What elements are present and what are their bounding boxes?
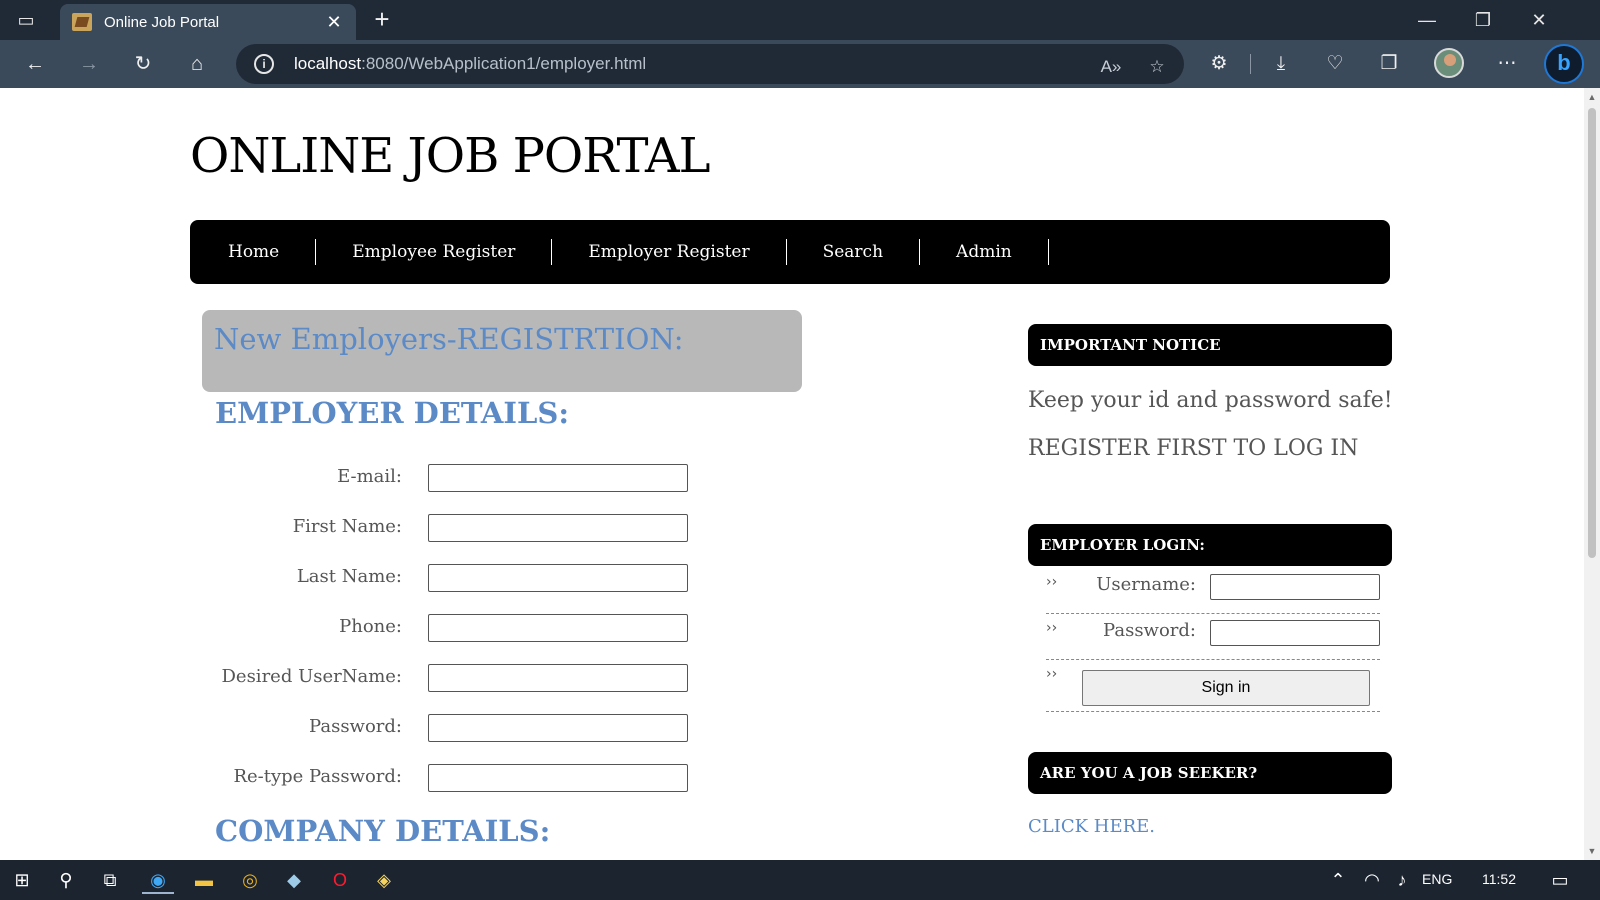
last-name-label: Last Name: xyxy=(296,566,402,587)
phone-field[interactable] xyxy=(428,614,688,642)
login-username-field[interactable] xyxy=(1210,574,1380,600)
desired-username-field[interactable] xyxy=(428,664,688,692)
email-field[interactable] xyxy=(428,464,688,492)
tab-actions-icon[interactable]: ▭ xyxy=(14,8,38,32)
toolbar-divider xyxy=(1250,54,1251,74)
app-icon[interactable]: ◆ xyxy=(278,866,310,894)
bullet-icon: ›› xyxy=(1046,666,1058,682)
home-icon[interactable]: ⌂ xyxy=(182,50,212,78)
login-submit-row: ›› Sign in xyxy=(1046,660,1380,712)
url-host: localhost xyxy=(294,54,362,73)
password-label: Password: xyxy=(309,716,402,737)
notifications-icon[interactable]: ▭ xyxy=(1544,866,1576,894)
employer-login-heading: EMPLOYER LOGIN: xyxy=(1028,524,1392,566)
browser-tab-bar: ▭ Online Job Portal ✕ + — ❐ ✕ xyxy=(0,0,1600,40)
page-scrollbar[interactable]: ▲ ▼ xyxy=(1584,88,1600,860)
employer-details-heading: EMPLOYER DETAILS: xyxy=(215,396,570,430)
chrome-icon[interactable]: ◎ xyxy=(234,866,266,894)
login-username-label: Username: xyxy=(1096,574,1196,595)
refresh-icon[interactable]: ↻ xyxy=(128,50,158,78)
retype-password-label: Re-type Password: xyxy=(233,766,402,787)
notice-line-1: Keep your id and password safe! xyxy=(1028,388,1393,413)
notice-line-2: REGISTER FIRST TO LOG IN xyxy=(1028,436,1359,461)
first-name-field[interactable] xyxy=(428,514,688,542)
click-here-link[interactable]: CLICK HERE. xyxy=(1028,816,1155,837)
nav-employee-register[interactable]: Employee Register xyxy=(316,239,553,265)
downloads-icon[interactable]: ⤓ xyxy=(1266,50,1296,78)
profile-avatar[interactable] xyxy=(1434,48,1464,78)
password-row: Password: xyxy=(200,714,700,744)
url-path: :8080/WebApplication1/employer.html xyxy=(361,54,647,73)
opera-icon[interactable]: O xyxy=(324,866,356,894)
read-aloud-icon[interactable]: A» xyxy=(1098,54,1124,80)
tab-title: Online Job Portal xyxy=(104,13,220,31)
new-tab-button[interactable]: + xyxy=(368,6,396,34)
forward-arrow-icon[interactable]: → xyxy=(74,50,104,78)
site-favicon-icon xyxy=(72,13,92,31)
minimize-button[interactable]: — xyxy=(1404,6,1450,34)
site-title: ONLINE JOB PORTAL xyxy=(190,128,710,184)
important-notice-heading: IMPORTANT NOTICE xyxy=(1028,324,1392,366)
file-explorer-icon[interactable]: ▬ xyxy=(188,866,220,894)
email-row: E-mail: xyxy=(200,464,700,494)
page-viewport: ONLINE JOB PORTAL Home Employee Register… xyxy=(0,88,1584,860)
last-name-field[interactable] xyxy=(428,564,688,592)
job-seeker-heading: ARE YOU A JOB SEEKER? xyxy=(1028,752,1392,794)
windows-start-icon[interactable]: ⊞ xyxy=(6,866,38,894)
scroll-up-icon[interactable]: ▲ xyxy=(1587,92,1597,102)
company-details-heading: COMPANY DETAILS: xyxy=(215,814,551,848)
extensions-icon[interactable]: ⚙ xyxy=(1204,50,1234,78)
bullet-icon: ›› xyxy=(1046,620,1058,636)
phone-label: Phone: xyxy=(339,616,402,637)
email-label: E-mail: xyxy=(337,466,402,487)
password-field[interactable] xyxy=(428,714,688,742)
bullet-icon: ›› xyxy=(1046,574,1058,590)
collections-icon[interactable]: ❐ xyxy=(1374,50,1404,78)
nav-home[interactable]: Home xyxy=(208,239,317,265)
sign-in-button[interactable]: Sign in xyxy=(1082,670,1370,706)
registration-banner-title: New Employers-REGISTRTION: xyxy=(214,322,684,356)
nav-employer-register[interactable]: Employer Register xyxy=(552,239,787,265)
retype-password-row: Re-type Password: xyxy=(200,764,700,794)
close-window-button[interactable]: ✕ xyxy=(1516,6,1562,34)
close-tab-icon[interactable]: ✕ xyxy=(324,12,344,33)
main-nav: Home Employee Register Employer Register… xyxy=(190,220,1390,284)
browser-tab[interactable]: Online Job Portal ✕ xyxy=(60,4,356,40)
more-options-icon[interactable]: ⋯ xyxy=(1492,50,1522,78)
windows-taskbar: ⊞ ⚲ ⧉ ◉ ▬ ◎ ◆ O ◈ ⌃ ◠ ♪ ENG 11:52 ▭ xyxy=(0,860,1600,900)
show-hidden-icons[interactable]: ⌃ xyxy=(1322,866,1354,894)
back-arrow-icon[interactable]: ← xyxy=(20,50,50,78)
add-favorite-icon[interactable]: ☆ xyxy=(1144,54,1170,80)
task-view-icon[interactable]: ⧉ xyxy=(94,866,126,894)
login-username-row: ›› Username: xyxy=(1046,568,1380,614)
volume-icon[interactable]: ♪ xyxy=(1386,866,1418,894)
scroll-down-icon[interactable]: ▼ xyxy=(1587,846,1597,856)
username-row: Desired UserName: xyxy=(200,664,700,694)
registration-banner: New Employers-REGISTRTION: xyxy=(202,310,802,392)
search-icon[interactable]: ⚲ xyxy=(50,866,82,894)
edge-taskbar-icon[interactable]: ◉ xyxy=(142,866,174,894)
last-name-row: Last Name: xyxy=(200,564,700,594)
network-icon[interactable]: ◠ xyxy=(1356,866,1388,894)
clock[interactable]: 11:52 xyxy=(1482,871,1516,887)
retype-password-field[interactable] xyxy=(428,764,688,792)
login-password-field[interactable] xyxy=(1210,620,1380,646)
first-name-row: First Name: xyxy=(200,514,700,544)
bing-copilot-icon[interactable]: b xyxy=(1544,44,1584,84)
login-password-row: ›› Password: xyxy=(1046,614,1380,660)
scroll-thumb[interactable] xyxy=(1588,108,1596,558)
login-password-label: Password: xyxy=(1103,620,1196,641)
virtualbox-icon[interactable]: ◈ xyxy=(368,866,400,894)
language-indicator[interactable]: ENG xyxy=(1422,871,1452,887)
phone-row: Phone: xyxy=(200,614,700,644)
browser-toolbar: ← → ↻ ⌂ i localhost :8080/WebApplication… xyxy=(0,40,1600,88)
desired-username-label: Desired UserName: xyxy=(221,666,402,687)
nav-admin[interactable]: Admin xyxy=(920,239,1049,265)
first-name-label: First Name: xyxy=(292,516,402,537)
restore-button[interactable]: ❐ xyxy=(1460,6,1506,34)
browser-essentials-icon[interactable]: ♡ xyxy=(1320,50,1350,78)
nav-search[interactable]: Search xyxy=(787,239,921,265)
address-bar[interactable]: i localhost :8080/WebApplication1/employ… xyxy=(236,44,1184,84)
site-info-icon[interactable]: i xyxy=(254,54,274,74)
